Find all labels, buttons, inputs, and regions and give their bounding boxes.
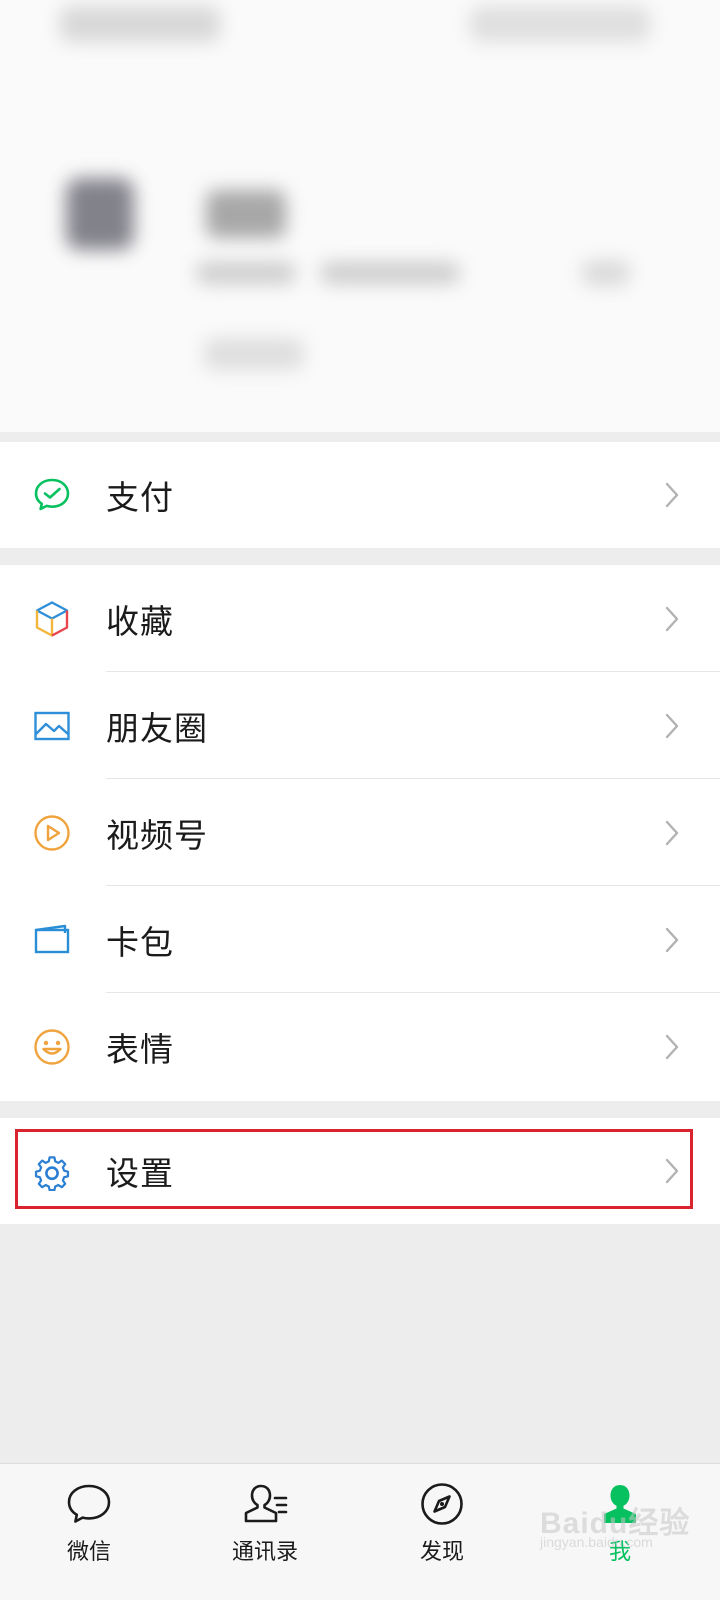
tab-label: 通讯录 <box>231 1540 298 1565</box>
moments-picture-icon <box>32 706 72 746</box>
chevron-right-icon <box>664 926 680 954</box>
chevron-right-icon <box>664 712 680 740</box>
wechat-id-blurred <box>196 262 296 284</box>
tab-label: 微信 <box>66 1540 111 1565</box>
channels-play-icon <box>32 813 72 853</box>
contacts-icon <box>241 1480 289 1528</box>
status-bar-left-blurred <box>60 6 220 42</box>
pay-section: 支付 <box>0 442 720 548</box>
tab-chats[interactable]: 微信 <box>29 1464 149 1600</box>
menu-item-label: 朋友圈 <box>106 708 208 748</box>
menu-item-label: 视频号 <box>106 815 208 855</box>
tab-label: 发现 <box>419 1540 464 1565</box>
tab-contacts[interactable]: 通讯录 <box>205 1464 325 1600</box>
menu-item-channels[interactable]: 视频号 <box>0 779 720 886</box>
chevron-right-icon <box>664 819 680 847</box>
favorites-cube-icon <box>32 599 72 639</box>
menu-item-label: 设置 <box>106 1154 174 1193</box>
menu-item-label: 收藏 <box>106 601 174 641</box>
chat-bubble-icon <box>65 1480 113 1528</box>
menu-item-cards[interactable]: 卡包 <box>0 886 720 993</box>
features-section: 收藏 朋友圈 视频号 卡包 表情 <box>0 565 720 1101</box>
chevron-right-icon <box>664 1157 680 1185</box>
menu-item-favorites[interactable]: 收藏 <box>0 565 720 672</box>
settings-section: 设置 <box>0 1118 720 1224</box>
avatar[interactable] <box>66 178 134 250</box>
chevron-right-icon <box>664 605 680 633</box>
nickname-blurred <box>206 190 286 238</box>
menu-item-settings[interactable]: 设置 <box>0 1118 720 1224</box>
menu-item-label: 卡包 <box>106 922 174 962</box>
watermark-url: jingyan.baidu.com <box>540 1534 653 1550</box>
qr-code-icon[interactable] <box>582 260 630 286</box>
card-wallet-icon <box>32 920 72 960</box>
menu-item-label: 表情 <box>106 1029 174 1069</box>
menu-item-stickers[interactable]: 表情 <box>0 993 720 1100</box>
chevron-right-icon <box>664 481 680 509</box>
compass-icon <box>418 1480 466 1528</box>
chevron-right-icon <box>664 1033 680 1061</box>
profile-header[interactable] <box>0 0 720 432</box>
menu-item-label: 支付 <box>106 478 174 517</box>
tab-discover[interactable]: 发现 <box>382 1464 502 1600</box>
sticker-smile-icon <box>32 1027 72 1067</box>
status-button-blurred[interactable] <box>204 338 304 370</box>
status-bar-right-blurred <box>470 6 650 42</box>
wechat-id-value-blurred <box>320 262 460 284</box>
menu-item-pay[interactable]: 支付 <box>0 442 720 548</box>
menu-item-moments[interactable]: 朋友圈 <box>0 672 720 779</box>
settings-gear-icon <box>32 1151 72 1191</box>
wechat-pay-icon <box>32 475 72 515</box>
